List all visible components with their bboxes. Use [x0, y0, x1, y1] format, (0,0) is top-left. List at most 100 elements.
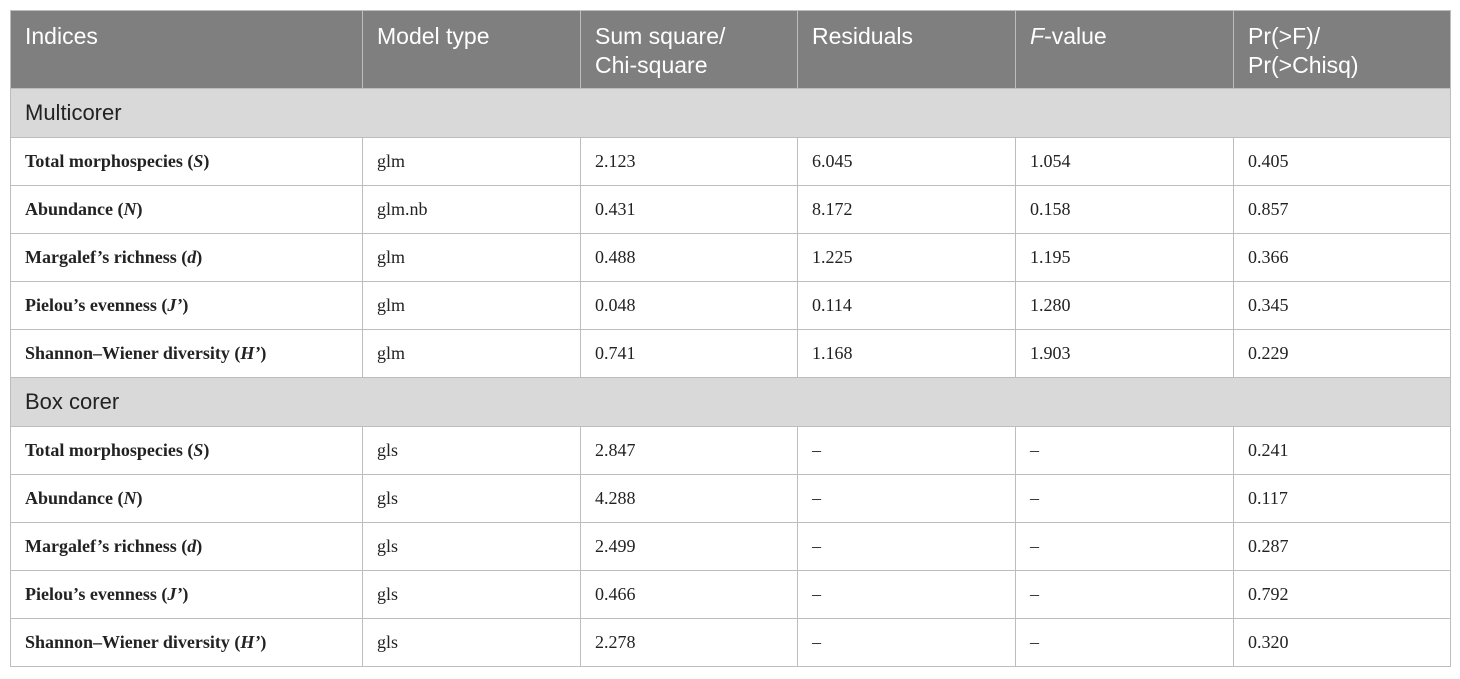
index-symbol: d: [187, 247, 197, 267]
cell-model: glm: [362, 281, 581, 330]
cell-pr: 0.366: [1233, 233, 1451, 282]
cell-pr: 0.229: [1233, 329, 1451, 378]
section-title: Multicorer: [10, 88, 1451, 138]
index-label: Margalef’s richness (: [25, 536, 188, 556]
cell-f-value: 0.158: [1015, 185, 1234, 234]
index-symbol: H’: [240, 343, 261, 363]
header-pr-line2: Pr(>Chisq): [1248, 52, 1359, 78]
cell-index: Abundance (N): [10, 474, 363, 523]
header-f-value-italic: F: [1030, 23, 1045, 49]
index-close: ): [196, 247, 203, 267]
index-close: ): [203, 151, 210, 171]
cell-index: Pielou’s evenness (J’): [10, 570, 363, 619]
index-symbol: H’: [240, 632, 261, 652]
section-row: Multicorer: [10, 88, 1451, 138]
index-close: ): [203, 440, 210, 460]
header-indices: Indices: [10, 10, 363, 89]
results-table: Indices Model type Sum square/Chi-square…: [10, 10, 1451, 667]
header-sum-square: Sum square/Chi-square: [580, 10, 798, 89]
index-label: Pielou’s evenness (: [25, 295, 168, 315]
index-label: Abundance (: [25, 488, 124, 508]
index-symbol: d: [187, 536, 197, 556]
header-model-type: Model type: [362, 10, 581, 89]
table-row: Margalef’s richness (d) gls 2.499– –0.287: [10, 522, 1451, 571]
cell-residuals: –: [797, 570, 1016, 619]
cell-f-value: 1.903: [1015, 329, 1234, 378]
cell-sum-square: 2.847: [580, 426, 798, 475]
index-close: ): [136, 488, 143, 508]
cell-pr: 0.857: [1233, 185, 1451, 234]
index-label: Total morphospecies (: [25, 440, 194, 460]
cell-f-value: –: [1015, 522, 1234, 571]
index-label: Pielou’s evenness (: [25, 584, 168, 604]
table-row: Shannon–Wiener diversity (H’) glm 0.741 1.1…: [10, 329, 1451, 378]
cell-sum-square: 0.741: [580, 329, 798, 378]
header-row: Indices Model type Sum square/Chi-square…: [10, 10, 1451, 89]
index-close: ): [196, 536, 203, 556]
index-label: Margalef’s richness (: [25, 247, 188, 267]
cell-pr: 0.287: [1233, 522, 1451, 571]
cell-index: Shannon–Wiener diversity (H’): [10, 329, 363, 378]
cell-model: gls: [362, 618, 581, 667]
cell-pr: 0.241: [1233, 426, 1451, 475]
cell-sum-square: 0.048: [580, 281, 798, 330]
table-row: Margalef’s richness (d) glm 0.488 1.225 1.19…: [10, 233, 1451, 282]
cell-sum-square: 4.288: [580, 474, 798, 523]
index-symbol: S: [193, 151, 204, 171]
cell-index: Total morphospecies (S): [10, 137, 363, 186]
cell-f-value: 1.195: [1015, 233, 1234, 282]
index-close: ): [182, 295, 189, 315]
cell-model: gls: [362, 426, 581, 475]
table-row: Total morphospecies (S) glm 2.123 6.045 1.05…: [10, 137, 1451, 186]
cell-residuals: 8.172: [797, 185, 1016, 234]
cell-residuals: –: [797, 474, 1016, 523]
index-label: Abundance (: [25, 199, 124, 219]
cell-f-value: –: [1015, 426, 1234, 475]
index-symbol: N: [123, 199, 137, 219]
table-row: Abundance (N) glm.nb 0.431 8.172 0.158 0.857: [10, 185, 1451, 234]
cell-residuals: –: [797, 426, 1016, 475]
cell-residuals: 0.114: [797, 281, 1016, 330]
header-pr: Pr(>F)/ Pr(>Chisq): [1233, 10, 1451, 89]
table-row: Total morphospecies (S) gls 2.847– –0.241: [10, 426, 1451, 475]
table-row: Shannon–Wiener diversity (H’) gls 2.278– –0…: [10, 618, 1451, 667]
cell-sum-square: 2.278: [580, 618, 798, 667]
cell-sum-square: 2.499: [580, 522, 798, 571]
cell-index: Shannon–Wiener diversity (H’): [10, 618, 363, 667]
header-residuals: Residuals: [797, 10, 1016, 89]
index-symbol: J’: [167, 584, 183, 604]
cell-model: glm.nb: [362, 185, 581, 234]
cell-model: gls: [362, 522, 581, 571]
cell-sum-square: 2.123: [580, 137, 798, 186]
cell-f-value: 1.280: [1015, 281, 1234, 330]
header-sum-square-line2: Chi-square: [595, 52, 708, 78]
cell-model: gls: [362, 474, 581, 523]
cell-pr: 0.117: [1233, 474, 1451, 523]
table-header: Indices Model type Sum square/Chi-square…: [10, 10, 1451, 89]
index-symbol: N: [123, 488, 137, 508]
cell-f-value: –: [1015, 618, 1234, 667]
cell-index: Pielou’s evenness (J’): [10, 281, 363, 330]
cell-pr: 0.792: [1233, 570, 1451, 619]
index-close: ): [260, 632, 267, 652]
cell-index: Abundance (N): [10, 185, 363, 234]
table-row: Pielou’s evenness (J’) glm 0.048 0.114 1.280…: [10, 281, 1451, 330]
index-close: ): [260, 343, 267, 363]
table-body: Multicorer Total morphospecies (S) glm 2.12…: [10, 88, 1451, 667]
cell-f-value: –: [1015, 570, 1234, 619]
index-close: ): [136, 199, 143, 219]
cell-pr: 0.405: [1233, 137, 1451, 186]
cell-f-value: –: [1015, 474, 1234, 523]
index-symbol: S: [193, 440, 204, 460]
cell-pr: 0.320: [1233, 618, 1451, 667]
cell-model: glm: [362, 329, 581, 378]
cell-residuals: 1.168: [797, 329, 1016, 378]
cell-model: glm: [362, 137, 581, 186]
cell-pr: 0.345: [1233, 281, 1451, 330]
cell-model: gls: [362, 570, 581, 619]
section-title: Box corer: [10, 377, 1451, 427]
section-row: Box corer: [10, 377, 1451, 427]
index-label: Shannon–Wiener diversity (: [25, 343, 241, 363]
cell-sum-square: 0.488: [580, 233, 798, 282]
cell-residuals: –: [797, 618, 1016, 667]
